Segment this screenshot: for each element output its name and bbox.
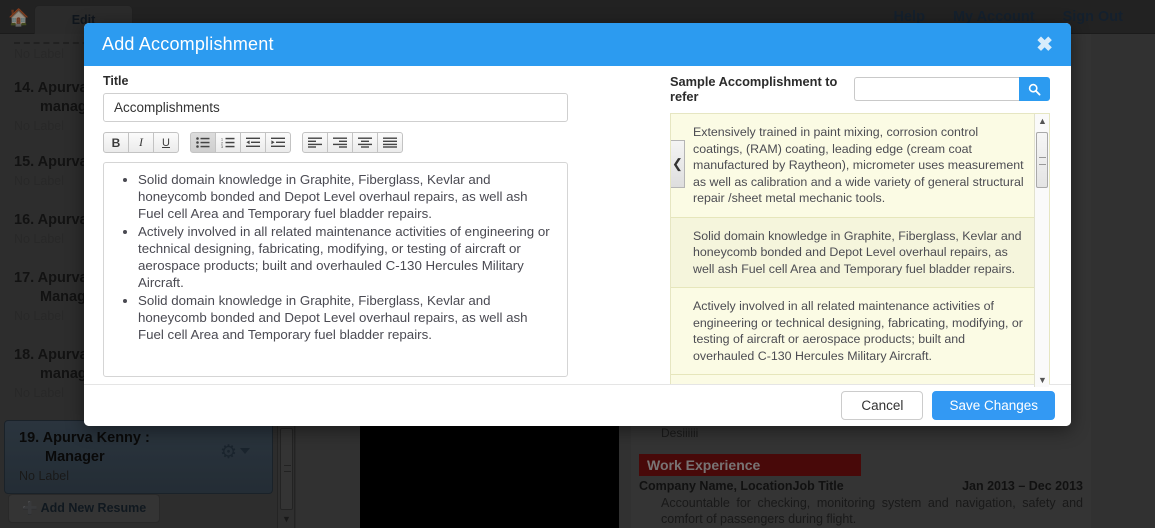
sample-panel-header: Sample Accomplishment to refer <box>670 74 1050 104</box>
modal-footer: Cancel Save Changes <box>84 384 1071 426</box>
sample-list-item[interactable]: Actively involved in all related mainten… <box>671 288 1049 375</box>
accomplishment-bullet: Solid domain knowledge in Graphite, Fibe… <box>138 171 555 222</box>
modal-header: Add Accomplishment ✖ <box>84 23 1071 66</box>
outdent-icon[interactable] <box>240 132 266 153</box>
sample-list[interactable]: ❮ Extensively trained in paint mixing, c… <box>670 113 1050 388</box>
align-justify-icon[interactable] <box>377 132 403 153</box>
italic-icon[interactable]: I <box>128 132 154 153</box>
sample-list-item[interactable]: Extensively trained in paint mixing, cor… <box>671 114 1049 218</box>
chevron-left-icon[interactable]: ❮ <box>671 140 685 188</box>
sample-accomplishments-panel: Sample Accomplishment to refer ❮ Extensi… <box>670 74 1050 388</box>
modal-title: Add Accomplishment <box>102 34 274 54</box>
svg-text:3: 3 <box>221 145 223 148</box>
cancel-button[interactable]: Cancel <box>841 391 924 420</box>
add-accomplishment-modal: Add Accomplishment ✖ Title B I U <box>84 23 1071 426</box>
accomplishment-bullet: Actively involved in all related mainten… <box>138 223 555 291</box>
sample-search <box>854 77 1050 101</box>
accomplishment-editor: Title B I U 123 <box>103 74 649 402</box>
sample-list-scrollbar-thumb[interactable] <box>1036 132 1048 188</box>
title-input[interactable] <box>103 93 568 122</box>
save-changes-button[interactable]: Save Changes <box>932 391 1055 420</box>
accomplishment-textarea[interactable]: Solid domain knowledge in Graphite, Fibe… <box>103 162 568 377</box>
modal-body: Title B I U 123 <box>84 66 1071 402</box>
unordered-list-icon[interactable] <box>190 132 216 153</box>
list-indent-group: 123 <box>190 132 291 153</box>
bold-icon[interactable]: B <box>103 132 129 153</box>
indent-icon[interactable] <box>265 132 291 153</box>
search-input[interactable] <box>854 77 1019 101</box>
search-icon[interactable] <box>1019 77 1050 101</box>
sample-list-item[interactable]: Solid domain knowledge in Graphite, Fibe… <box>671 217 1049 288</box>
scroll-up-arrow-icon[interactable]: ▲ <box>1038 116 1047 126</box>
align-right-icon[interactable] <box>327 132 353 153</box>
accomplishment-bullet-list: Solid domain knowledge in Graphite, Fibe… <box>112 171 555 343</box>
align-left-icon[interactable] <box>302 132 328 153</box>
scroll-down-arrow-icon[interactable]: ▼ <box>1038 375 1047 385</box>
text-style-group: B I U <box>103 132 179 153</box>
underline-icon[interactable]: U <box>153 132 179 153</box>
rich-text-toolbar: B I U 123 <box>103 132 649 153</box>
title-field-label: Title <box>103 74 129 88</box>
alignment-group <box>302 132 403 153</box>
accomplishment-bullet: Solid domain knowledge in Graphite, Fibe… <box>138 292 555 343</box>
ordered-list-icon[interactable]: 123 <box>215 132 241 153</box>
sample-list-scrollbar[interactable]: ▲ ▼ <box>1034 114 1049 387</box>
align-center-icon[interactable] <box>352 132 378 153</box>
close-icon[interactable]: ✖ <box>1032 33 1057 57</box>
app-root: 🏠 Edit Help My Account Sign Out No Label… <box>0 0 1155 528</box>
sample-panel-title: Sample Accomplishment to refer <box>670 74 838 104</box>
